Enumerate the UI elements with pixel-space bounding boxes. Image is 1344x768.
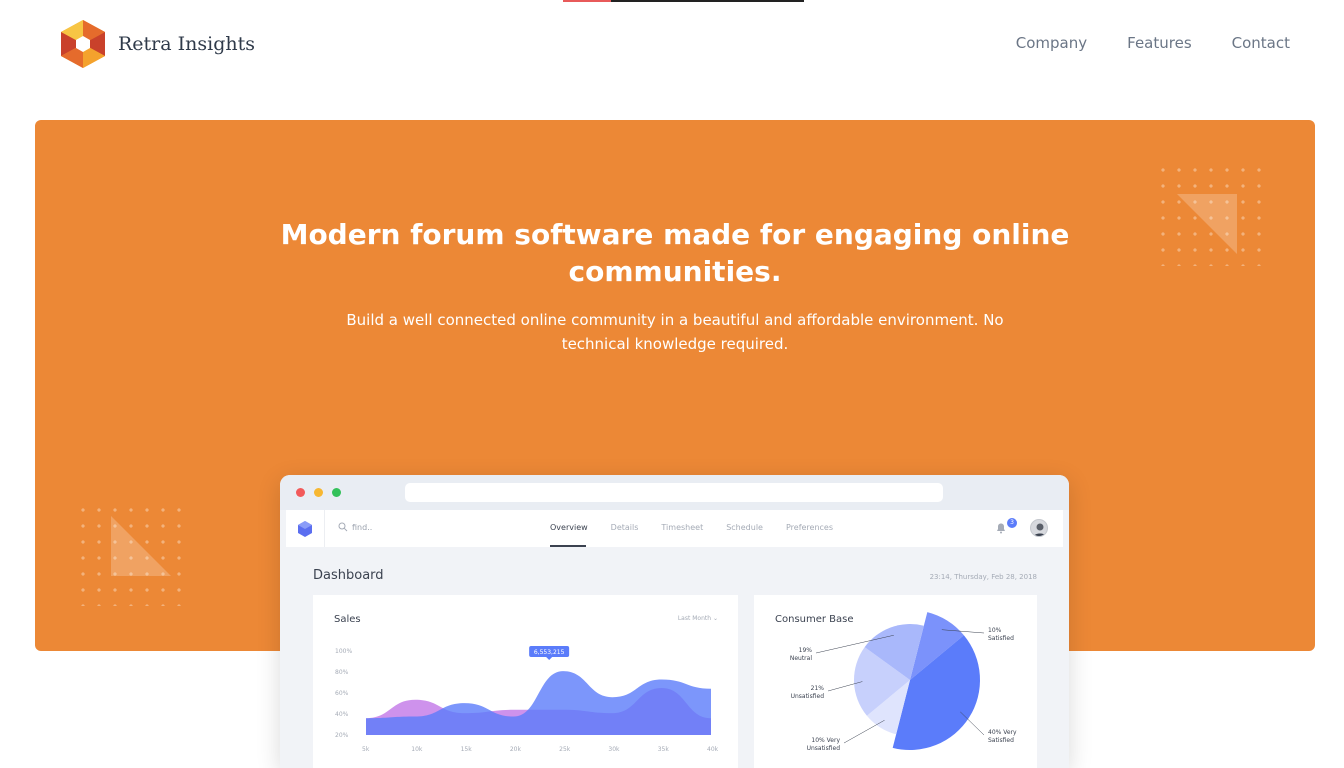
pie-slice-sublabel: Satisfied [988, 635, 1014, 642]
search-icon [338, 522, 348, 532]
sales-tooltip-pointer [546, 657, 553, 660]
pie-slice-sublabel: Neutral [790, 655, 812, 662]
pie-leader-line [843, 720, 885, 744]
brand-logo[interactable]: Retra Insights [58, 20, 255, 68]
x-tick-label: 10k [411, 746, 423, 753]
nav-features[interactable]: Features [1127, 34, 1192, 52]
hexagon-logo-icon [61, 20, 105, 68]
x-tick-label: 15k [461, 746, 473, 753]
dashboard-datetime: 23:14, Thursday, Feb 28, 2018 [929, 573, 1037, 581]
sales-card: Sales Last Month ⌄ 100% 80% 60% 40% 20% 5k 10k… [313, 595, 738, 768]
maximize-dot-icon [332, 488, 341, 497]
pie-slice-label: 21% [811, 685, 825, 692]
x-tick-label: 5k [362, 746, 370, 753]
sales-area-chart: 100% 80% 60% 40% 20% 5k 10k 15k 20k 25k 30k 35k 40k 6… [335, 646, 719, 753]
consumer-card: Consumer Base 10% Satisfied 40% Very Satisf… [754, 595, 1037, 768]
window-titlebar [280, 475, 1069, 510]
x-tick-label: 30k [608, 746, 620, 753]
avatar[interactable] [1030, 519, 1048, 537]
tab-timesheet[interactable]: Timesheet [661, 523, 703, 532]
pie-slice-label: 19% [799, 647, 813, 654]
notification-badge: 3 [1007, 518, 1017, 528]
y-tick-label: 20% [335, 732, 349, 739]
app-toolbar: find.. Overview Details Timesheet Schedu… [286, 510, 1063, 547]
toolbar-divider [324, 510, 325, 547]
pie-slice-sublabel: Unsatisfied [807, 745, 841, 752]
consumer-pie-chart: 10%Satisfied40% VerySatisfied10% VeryUns… [790, 612, 1017, 752]
x-tick-label: 25k [559, 746, 571, 753]
minimize-dot-icon [314, 488, 323, 497]
user-avatar-icon [1033, 523, 1047, 536]
y-tick-label: 100% [335, 648, 352, 655]
y-tick-label: 60% [335, 690, 349, 697]
address-bar[interactable] [405, 483, 943, 502]
active-tab-indicator [550, 545, 586, 547]
tab-details[interactable]: Details [611, 523, 639, 532]
x-tick-label: 40k [707, 746, 719, 753]
nav-contact[interactable]: Contact [1232, 34, 1290, 52]
x-tick-label: 35k [658, 746, 670, 753]
app-hexagon-icon[interactable] [298, 521, 312, 537]
decorative-triangle [1177, 194, 1237, 254]
hero-title: Modern forum software made for engaging … [280, 218, 1070, 288]
search-input[interactable]: find.. [352, 523, 372, 532]
pie-slice-sublabel: Satisfied [988, 737, 1014, 744]
x-tick-label: 20k [510, 746, 522, 753]
sales-tooltip-label: 6,553,215 [534, 649, 565, 656]
pie-slice-label: 10% [988, 627, 1002, 634]
main-nav: Company Features Contact [1016, 34, 1290, 52]
dashboard-title: Dashboard [313, 568, 384, 583]
hero-subtitle: Build a well connected online community … [346, 311, 1004, 353]
pie-slice-label: 10% Very [811, 737, 840, 744]
site-header: Retra Insights Company Features Contact [0, 0, 1344, 90]
tab-schedule[interactable]: Schedule [726, 523, 763, 532]
y-tick-label: 40% [335, 711, 349, 718]
nav-company[interactable]: Company [1016, 34, 1087, 52]
pie-slice-sublabel: Unsatisfied [791, 693, 825, 700]
brand-name: Retra Insights [118, 33, 255, 55]
dashboard-tabs: Overview Details Timesheet Schedule Pref… [550, 523, 856, 532]
tab-preferences[interactable]: Preferences [786, 523, 833, 532]
pie-slice-label: 40% Very [988, 729, 1017, 736]
close-dot-icon [296, 488, 305, 497]
dashboard-preview: find.. Overview Details Timesheet Schedu… [280, 475, 1069, 768]
tab-overview[interactable]: Overview [550, 523, 588, 532]
y-tick-label: 80% [335, 669, 349, 676]
bell-icon[interactable] [995, 522, 1007, 534]
decorative-triangle [111, 516, 171, 576]
